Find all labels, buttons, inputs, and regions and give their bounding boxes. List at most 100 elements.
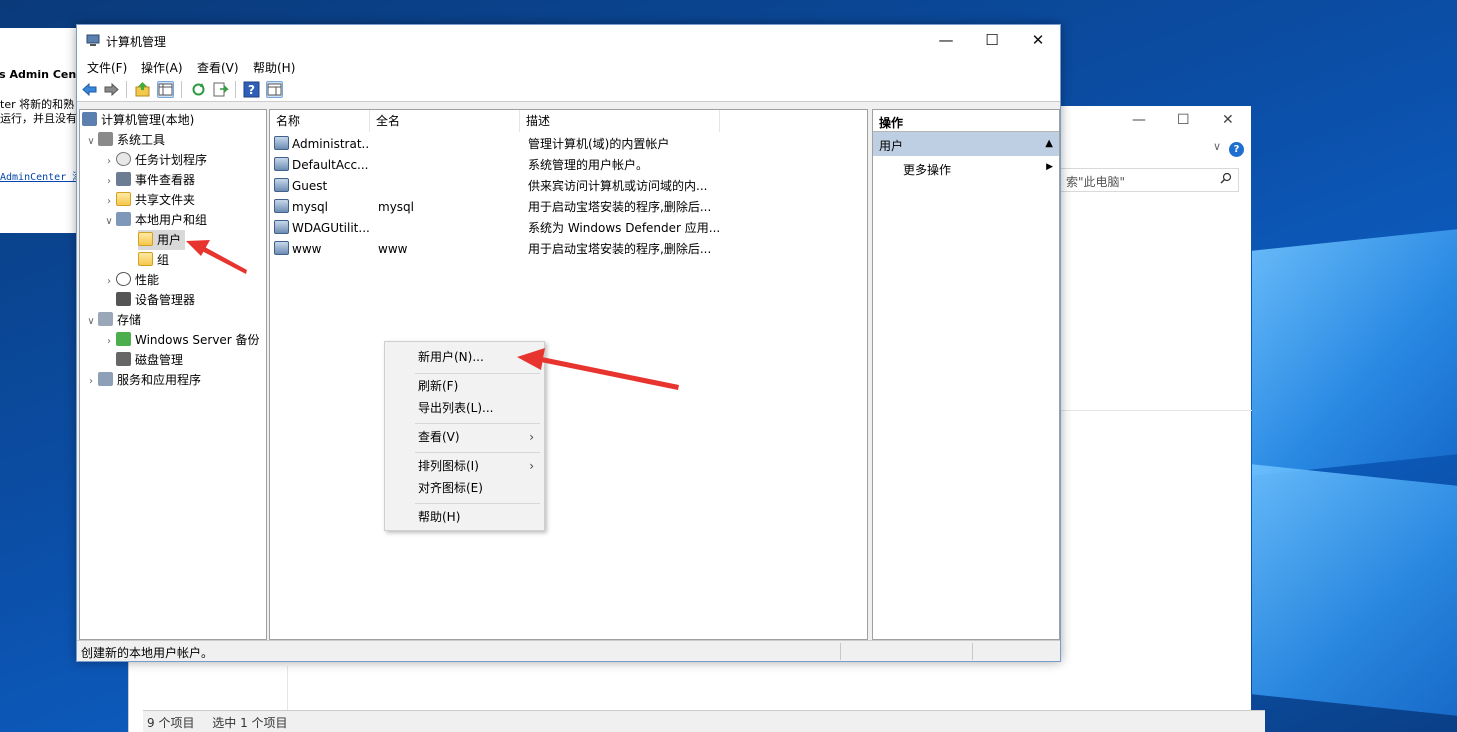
table-row[interactable]: Guest 供来宾访问计算机或访问域的内... [270,176,867,197]
column-header-fullname[interactable]: 全名 [370,110,520,132]
menu-item-export-list[interactable]: 导出列表(L)... [385,397,544,419]
chevron-right-icon[interactable]: › [102,272,116,292]
show-hide-tree-icon[interactable] [157,81,174,98]
toolbar-separator [126,81,127,98]
maximize-button[interactable]: ☐ [969,29,1015,51]
users-list: 名称 全名 描述 Administrat... 管理计算机(域)的内置帐户 De… [269,109,868,640]
menu-item-help[interactable]: 帮助(H) [385,506,544,528]
menu-file[interactable]: 文件(F) [87,59,127,76]
menu-separator [415,423,540,424]
user-name: mysql [292,200,328,214]
column-header-description[interactable]: 描述 [520,110,720,132]
help-icon[interactable]: ? [1229,142,1244,157]
export-icon[interactable] [212,81,229,98]
menu-item-arrange-icons[interactable]: 排列图标(I) › [385,455,544,477]
up-icon[interactable] [134,81,151,98]
forward-icon[interactable] [103,81,120,98]
menu-action[interactable]: 操作(A) [141,59,183,76]
actions-section-users[interactable]: 用户 ▲ [873,132,1059,156]
background-admin-center-window: vs Admin Cente ter 将新的和熟 运行，并且没有 AdminCe… [0,28,78,233]
chevron-down-icon[interactable]: ∨ [84,312,98,332]
tree-label: 组 [157,253,170,267]
close-button[interactable]: ✕ [1015,29,1061,51]
selected-count: 选中 1 个项目 [212,716,288,730]
context-menu: 新用户(N)... 刷新(F) 导出列表(L)... 查看(V) › 排列图标(… [384,341,545,531]
chevron-right-icon[interactable]: ▶ [1046,162,1053,172]
actions-header: 操作 [873,110,1059,132]
tree-item-groups[interactable]: 组 [138,250,169,270]
computer-icon [82,112,97,126]
user-description: 用于启动宝塔安装的程序,删除后... [528,242,712,256]
user-description: 系统管理的用户帐户。 [528,158,649,172]
tree-item-services-apps[interactable]: › 服务和应用程序 [84,370,201,390]
explorer-minimize-button[interactable]: — [1132,112,1146,128]
tree-item-disk-management[interactable]: 磁盘管理 [116,350,183,370]
explorer-search-input[interactable]: 索"此电脑" [1059,168,1239,192]
explorer-status-bar: 9 个项目 选中 1 个项目 [143,710,1265,732]
tree-label: 任务计划程序 [135,153,208,167]
tree-item-storage[interactable]: ∨ 存储 [84,310,141,330]
table-row[interactable]: WDAGUtilit... 系统为 Windows Defender 应用... [270,218,867,239]
chevron-down-icon[interactable]: ∨ [1213,140,1221,153]
menu-help[interactable]: 帮助(H) [253,59,295,76]
user-description: 用于启动宝塔安装的程序,删除后... [528,200,712,214]
toolbar: ? [77,76,1060,102]
table-row[interactable]: www www 用于启动宝塔安装的程序,删除后... [270,239,867,260]
tree-item-task-scheduler[interactable]: › 任务计划程序 [102,150,207,170]
folder-icon [138,232,153,246]
menu-item-refresh[interactable]: 刷新(F) [385,375,544,397]
properties-icon[interactable] [266,81,283,98]
tree-root[interactable]: 计算机管理(本地) [82,110,194,130]
tree-item-users[interactable]: 用户 [138,230,186,250]
shared-folder-icon [116,192,131,206]
menu-separator [415,452,540,453]
explorer-maximize-button[interactable]: ☐ [1177,112,1190,128]
tree-item-system-tools[interactable]: ∨ 系统工具 [84,130,165,150]
admin-center-link[interactable]: AdminCenter 添 [0,168,78,183]
chevron-down-icon[interactable]: ∨ [102,212,116,232]
user-icon [274,241,289,255]
tree-item-local-users-groups[interactable]: ∨ 本地用户和组 [102,210,207,230]
actions-pane: 操作 用户 ▲ 更多操作 ▶ [872,109,1060,640]
user-name: WDAGUtilit... [292,221,370,235]
menu-item-new-user[interactable]: 新用户(N)... [385,346,544,368]
title-bar[interactable]: 计算机管理 — ☐ ✕ [77,25,1060,56]
refresh-icon[interactable] [190,81,207,98]
table-row[interactable]: Administrat... 管理计算机(域)的内置帐户 [270,134,867,155]
minimize-button[interactable]: — [923,29,969,51]
tools-icon [98,132,113,146]
more-actions-link[interactable]: 更多操作 [903,161,951,178]
collapse-icon[interactable]: ▲ [1045,138,1053,149]
tree-item-device-manager[interactable]: 设备管理器 [116,290,195,310]
status-divider [840,643,841,660]
window-title: 计算机管理 [106,35,167,49]
tree-label: 性能 [135,273,160,287]
tree-label: 事件查看器 [135,173,196,187]
menu-item-view[interactable]: 查看(V) › [385,426,544,448]
admin-center-line: 运行，并且没有 [0,112,77,125]
tree-item-shared-folders[interactable]: › 共享文件夹 [102,190,195,210]
chevron-right-icon[interactable]: › [84,372,98,392]
chevron-right-icon[interactable]: › [102,152,116,172]
explorer-close-button[interactable]: ✕ [1222,112,1234,128]
table-row[interactable]: mysql mysql 用于启动宝塔安装的程序,删除后... [270,197,867,218]
user-name: www [292,242,322,256]
menu-view[interactable]: 查看(V) [197,59,239,76]
chevron-right-icon[interactable]: › [102,332,116,352]
user-icon [274,199,289,213]
column-header-name[interactable]: 名称 [270,110,370,132]
back-icon[interactable] [81,81,98,98]
menu-item-align-icons[interactable]: 对齐图标(E) [385,477,544,499]
tree-item-event-viewer[interactable]: › 事件查看器 [102,170,195,190]
chevron-right-icon[interactable]: › [102,172,116,192]
folder-icon [138,252,153,266]
chevron-right-icon: › [529,459,534,473]
tree-item-windows-server-backup[interactable]: › Windows Server 备份 [102,330,260,350]
tree-item-performance[interactable]: › 性能 [102,270,159,290]
admin-center-title: vs Admin Cente [0,68,78,81]
tree-label: 计算机管理(本地) [101,113,195,127]
chevron-right-icon[interactable]: › [102,192,116,212]
table-row[interactable]: DefaultAcc... 系统管理的用户帐户。 [270,155,867,176]
help-icon[interactable]: ? [243,81,260,98]
chevron-down-icon[interactable]: ∨ [84,132,98,152]
